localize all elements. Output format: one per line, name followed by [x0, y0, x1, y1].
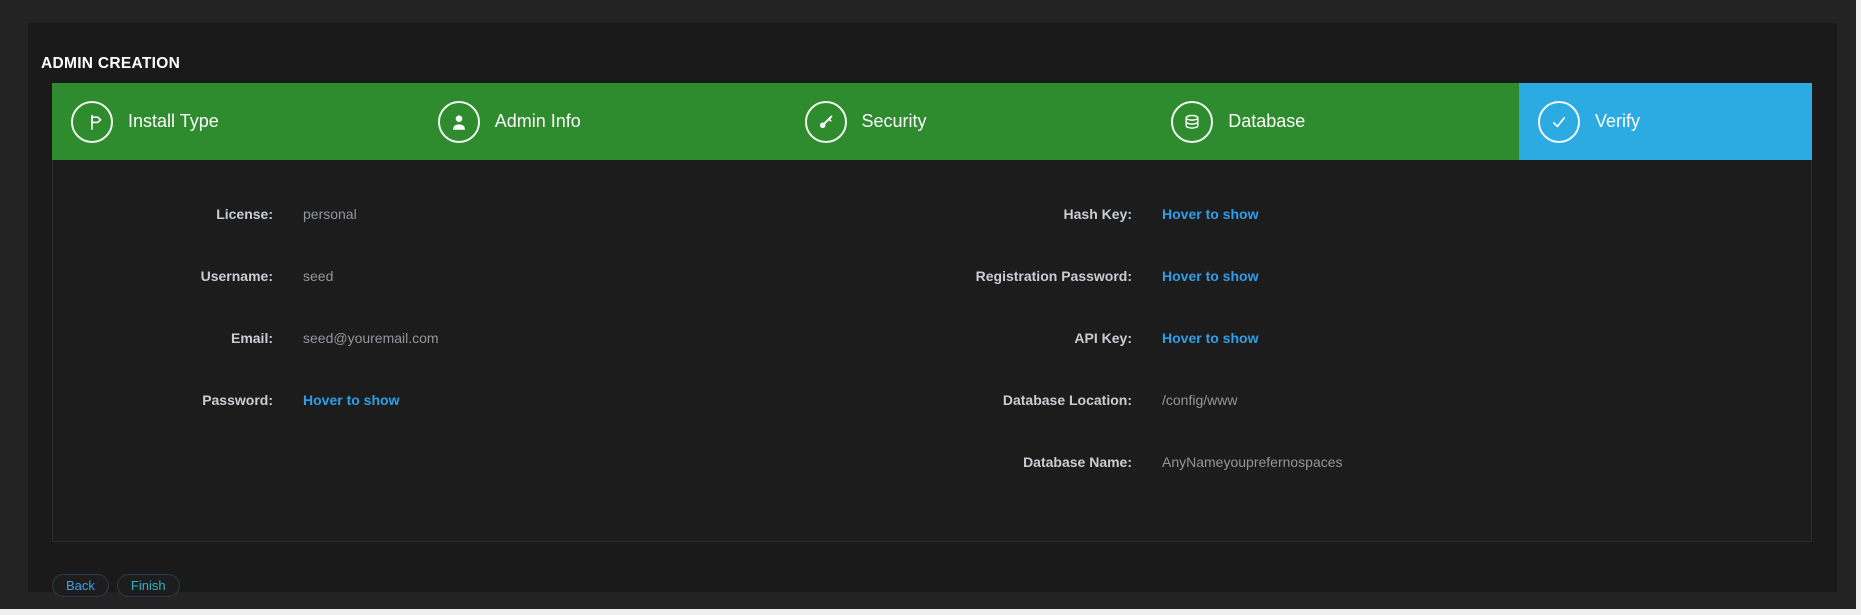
- field-label: Database Name:: [932, 454, 1132, 471]
- app-window: ADMIN CREATION Install Type: [0, 0, 1861, 615]
- summary-right-column: Hash Key: Hover to show Registration Pas…: [932, 206, 1811, 541]
- tab-label: Security: [862, 111, 927, 132]
- field-license: License: personal: [53, 206, 932, 223]
- tab-install-type[interactable]: Install Type: [52, 83, 419, 160]
- field-value: seed@youremail.com: [303, 330, 439, 347]
- field-label: API Key:: [932, 330, 1132, 347]
- tab-label: Database: [1228, 111, 1305, 132]
- wizard-step-bar: Install Type Admin Info: [52, 83, 1812, 160]
- field-label: Username:: [53, 268, 273, 285]
- field-username: Username: seed: [53, 268, 932, 285]
- field-registration-password: Registration Password: Hover to show: [932, 268, 1811, 285]
- back-button[interactable]: Back: [52, 574, 109, 597]
- summary-left-column: License: personal Username: seed Email: …: [53, 206, 932, 541]
- field-database-name: Database Name: AnyNameyouprefernospaces: [932, 454, 1811, 471]
- field-value: AnyNameyouprefernospaces: [1162, 454, 1343, 471]
- tab-security[interactable]: Security: [786, 83, 1153, 160]
- field-value: seed: [303, 268, 333, 285]
- page-title: ADMIN CREATION: [41, 55, 1837, 73]
- field-label: Database Location:: [932, 392, 1132, 409]
- tab-label: Install Type: [128, 111, 219, 132]
- key-icon: [805, 101, 847, 143]
- database-icon: [1171, 101, 1213, 143]
- api-key-reveal-link[interactable]: Hover to show: [1162, 330, 1258, 347]
- field-label: Registration Password:: [932, 268, 1132, 285]
- field-label: Hash Key:: [932, 206, 1132, 223]
- registration-password-reveal-link[interactable]: Hover to show: [1162, 268, 1258, 285]
- tab-verify[interactable]: Verify: [1519, 83, 1812, 160]
- tab-database[interactable]: Database: [1152, 83, 1519, 160]
- field-hash-key: Hash Key: Hover to show: [932, 206, 1811, 223]
- finish-button[interactable]: Finish: [117, 574, 180, 597]
- field-password: Password: Hover to show: [53, 392, 932, 409]
- hash-key-reveal-link[interactable]: Hover to show: [1162, 206, 1258, 223]
- tab-label: Admin Info: [495, 111, 581, 132]
- signpost-icon: [71, 101, 113, 143]
- field-database-location: Database Location: /config/www: [932, 392, 1811, 409]
- field-value: /config/www: [1162, 392, 1237, 409]
- admin-creation-panel: ADMIN CREATION Install Type: [28, 23, 1837, 592]
- field-email: Email: seed@youremail.com: [53, 330, 932, 347]
- field-value: personal: [303, 206, 357, 223]
- field-label: License:: [53, 206, 273, 223]
- password-reveal-link[interactable]: Hover to show: [303, 392, 399, 409]
- tab-label: Verify: [1595, 111, 1640, 132]
- field-label: Email:: [53, 330, 273, 347]
- tab-admin-info[interactable]: Admin Info: [419, 83, 786, 160]
- user-icon: [438, 101, 480, 143]
- field-label: Password:: [53, 392, 273, 409]
- verify-summary-box: License: personal Username: seed Email: …: [52, 160, 1812, 542]
- check-icon: [1538, 101, 1580, 143]
- wizard-footer-actions: Back Finish: [52, 574, 1837, 597]
- field-api-key: API Key: Hover to show: [932, 330, 1811, 347]
